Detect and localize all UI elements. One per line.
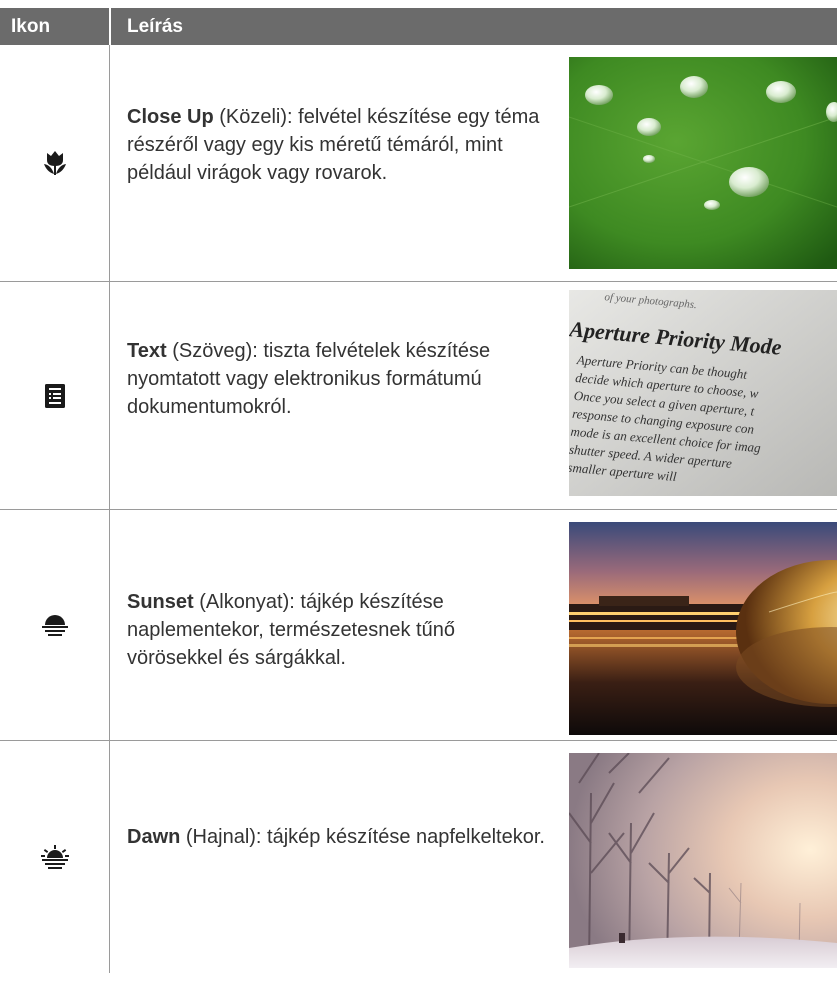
mode-name: Text [127, 340, 167, 362]
photo-misty-dawn [569, 753, 837, 968]
text-document-icon [0, 282, 109, 509]
mode-name: Sunset [127, 591, 194, 613]
header-icon-column: Ikon [11, 16, 51, 37]
row-description: Text (Szöveg): tiszta felvételek készíté… [127, 337, 547, 421]
photo-sunset-building [569, 522, 837, 735]
dawn-icon [0, 741, 109, 973]
table-row-close-up: Close Up (Közeli): felvétel készítése eg… [0, 45, 837, 282]
mode-name: Dawn [127, 826, 181, 848]
table-row-text: Text (Szöveg): tiszta felvételek készíté… [0, 282, 837, 510]
table-row-sunset: Sunset (Alkonyat): tájkép készítése napl… [0, 510, 837, 741]
header-separator [109, 8, 111, 45]
macro-flower-icon [0, 45, 109, 281]
photo-printed-text: of your photographs. Aperture Priority M… [569, 290, 837, 496]
column-divider [109, 741, 110, 973]
scene-mode-table: Ikon Leírás Close Up (Közeli): felvétel … [0, 8, 837, 973]
table-header: Ikon Leírás [0, 8, 837, 45]
column-divider [109, 282, 110, 509]
row-description: Sunset (Alkonyat): tájkép készítése napl… [127, 588, 547, 672]
column-divider [109, 45, 110, 281]
row-description: Dawn (Hajnal): tájkép készítése napfelke… [127, 823, 547, 851]
column-divider [109, 510, 110, 740]
row-description: Close Up (Közeli): felvétel készítése eg… [127, 103, 547, 187]
sunset-icon [0, 510, 109, 740]
mode-name: Close Up [127, 106, 214, 128]
table-row-dawn: Dawn (Hajnal): tájkép készítése napfelke… [0, 741, 837, 973]
mode-text: (Szöveg): tiszta felvételek készítése ny… [127, 340, 491, 418]
mode-text: (Hajnal): tájkép készítése napfelkelteko… [180, 826, 545, 848]
photo-water-drops [569, 57, 837, 269]
header-description-column: Leírás [127, 16, 183, 37]
